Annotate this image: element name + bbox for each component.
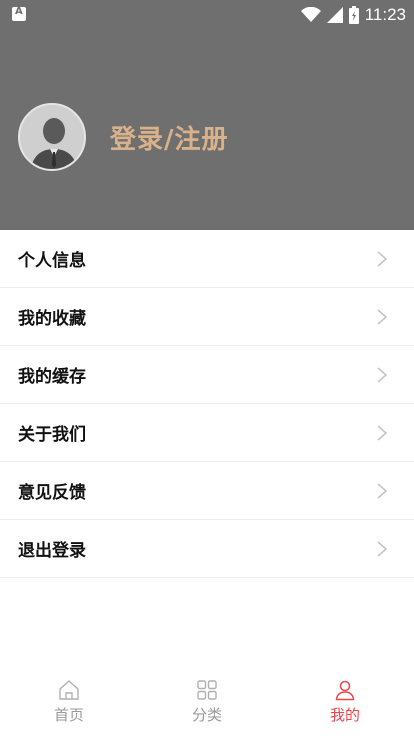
home-icon [59, 680, 79, 700]
chevron-right-icon [377, 250, 388, 267]
menu-item-label: 关于我们 [18, 425, 86, 445]
user-avatar-icon[interactable] [18, 103, 86, 171]
status-bar: 11:23 [0, 0, 414, 30]
profile-block[interactable]: 登录/注册 [18, 103, 229, 171]
menu-item-cache[interactable]: 我的缓存 [0, 346, 414, 404]
menu-item-label: 我的收藏 [18, 309, 86, 329]
menu-item-logout[interactable]: 退出登录 [0, 520, 414, 578]
signal-icon [326, 7, 343, 23]
chevron-right-icon [377, 308, 388, 325]
chevron-right-icon [377, 424, 388, 441]
menu-item-label: 个人信息 [18, 251, 86, 271]
notification-a-icon [12, 6, 26, 21]
menu-item-label: 我的缓存 [18, 367, 86, 387]
settings-menu: 个人信息 我的收藏 我的缓存 关于我们 意见反馈 退出登录 [0, 230, 414, 578]
menu-item-feedback[interactable]: 意见反馈 [0, 462, 414, 520]
menu-item-label: 退出登录 [18, 541, 86, 561]
tab-mine[interactable]: 我的 [276, 670, 414, 736]
status-time: 11:23 [364, 5, 406, 24]
login-register-link[interactable]: 登录/注册 [110, 119, 229, 156]
status-icons: 11:23 [300, 4, 406, 26]
menu-item-profile-info[interactable]: 个人信息 [0, 230, 414, 288]
bottom-tab-bar: 首页 分类 我的 [0, 670, 414, 736]
profile-header: 11:23 登录/注册 [0, 0, 414, 230]
battery-icon [348, 6, 359, 24]
menu-item-favorites[interactable]: 我的收藏 [0, 288, 414, 346]
user-icon [335, 680, 355, 701]
tab-label: 首页 [53, 706, 84, 724]
wifi-icon [300, 7, 321, 22]
grid-icon [197, 680, 217, 700]
chevron-right-icon [377, 482, 388, 499]
tab-label: 我的 [329, 706, 360, 724]
tab-label: 分类 [191, 706, 222, 724]
tab-category[interactable]: 分类 [138, 670, 276, 736]
chevron-right-icon [377, 366, 388, 383]
menu-item-about[interactable]: 关于我们 [0, 404, 414, 462]
tab-home[interactable]: 首页 [0, 670, 138, 736]
menu-item-label: 意见反馈 [18, 483, 86, 503]
chevron-right-icon [377, 540, 388, 557]
